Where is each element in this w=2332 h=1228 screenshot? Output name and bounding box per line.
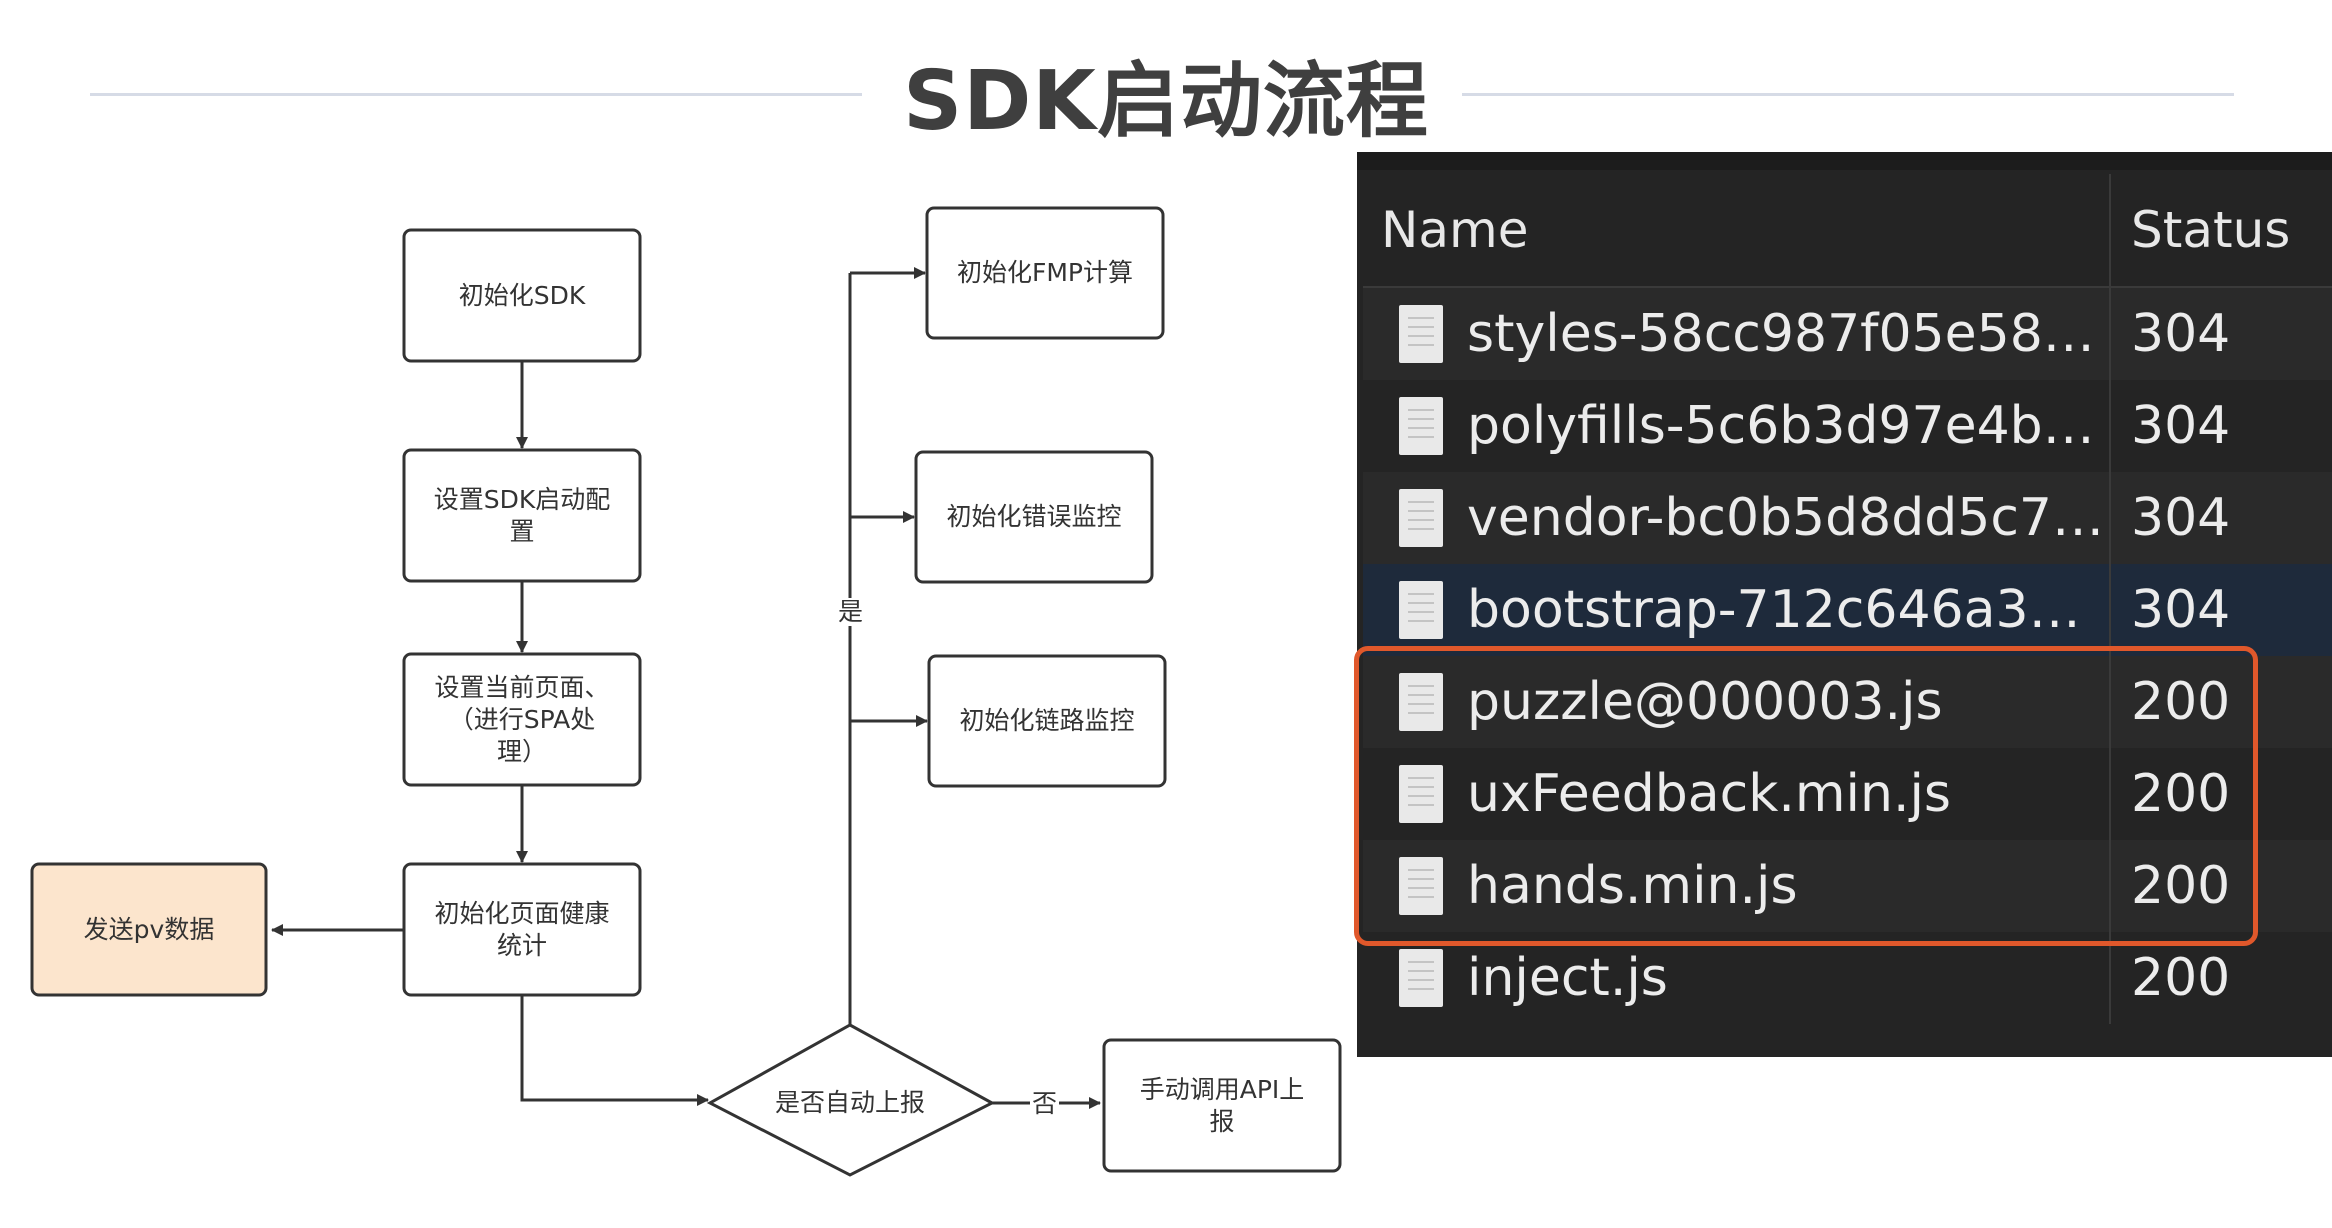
status-code: 200: [2131, 764, 2231, 824]
cell-name: styles-58cc987f05e582a…: [1363, 288, 2109, 380]
file-document-icon: [1399, 305, 1443, 363]
cell-status: 200: [2111, 840, 2332, 932]
status-code: 304: [2131, 580, 2231, 640]
file-document-icon: [1399, 857, 1443, 915]
table-row[interactable]: vendor-bc0b5d8dd5c7f… 304: [1363, 472, 2332, 564]
node-init-sdk: [402, 228, 642, 363]
cell-name: vendor-bc0b5d8dd5c7f…: [1363, 472, 2109, 564]
cell-name: bootstrap-712c646a389…: [1363, 564, 2109, 656]
table-row[interactable]: uxFeedback.min.js 200: [1363, 748, 2332, 840]
cell-name: puzzle@000003.js: [1363, 656, 2109, 748]
cell-status: 304: [2111, 564, 2332, 656]
file-document-icon: [1399, 673, 1443, 731]
file-document-icon: [1399, 489, 1443, 547]
cell-name: polyfills-5c6b3d97e4b0…: [1363, 380, 2109, 472]
table-row[interactable]: polyfills-5c6b3d97e4b0… 304: [1363, 380, 2332, 472]
node-manual-api: [1102, 1038, 1342, 1173]
file-document-icon: [1399, 765, 1443, 823]
file-name: styles-58cc987f05e582a…: [1467, 304, 2107, 364]
table-row[interactable]: inject.js 200: [1363, 932, 2332, 1024]
column-header-status-label: Status: [2131, 201, 2291, 259]
table-header: Name Status: [1363, 174, 2332, 288]
node-send-pv: [30, 862, 268, 997]
node-set-page: [402, 652, 642, 787]
status-code: 200: [2131, 672, 2231, 732]
network-panel: Name Status styles-58cc987f05e582a… 304 po…: [1357, 152, 2332, 1057]
table-row[interactable]: bootstrap-712c646a389… 304: [1363, 564, 2332, 656]
cell-status: 304: [2111, 472, 2332, 564]
node-init-trace: [927, 654, 1167, 788]
status-code: 304: [2131, 488, 2231, 548]
node-init-health: [402, 862, 642, 997]
cell-name: inject.js: [1363, 932, 2109, 1024]
edge-label-yes: 是: [836, 597, 866, 626]
file-document-icon: [1399, 397, 1443, 455]
status-code: 304: [2131, 304, 2231, 364]
node-set-config: [402, 448, 642, 583]
file-document-icon: [1399, 949, 1443, 1007]
cell-status: 304: [2111, 380, 2332, 472]
file-name: bootstrap-712c646a389…: [1467, 580, 2107, 640]
file-name: vendor-bc0b5d8dd5c7f…: [1467, 488, 2107, 548]
table-row[interactable]: styles-58cc987f05e582a… 304: [1363, 288, 2332, 380]
column-header-name[interactable]: Name: [1363, 174, 2109, 286]
flowchart: [30, 206, 1342, 1177]
cell-status: 304: [2111, 288, 2332, 380]
column-header-status[interactable]: Status: [2111, 174, 2332, 286]
cell-name: uxFeedback.min.js: [1363, 748, 2109, 840]
status-code: 200: [2131, 948, 2231, 1008]
cell-status: 200: [2111, 656, 2332, 748]
node-init-error: [914, 450, 1154, 584]
edge-health-to-decision: [520, 995, 709, 1106]
cell-status: 200: [2111, 932, 2332, 1024]
status-code: 200: [2131, 856, 2231, 916]
cell-name: hands.min.js: [1363, 840, 2109, 932]
network-table: Name Status styles-58cc987f05e582a… 304 po…: [1363, 174, 2332, 1057]
column-header-name-label: Name: [1381, 201, 1529, 259]
file-name: inject.js: [1467, 948, 1668, 1008]
node-auto-report-decision: [706, 1023, 996, 1177]
cell-status: 200: [2111, 748, 2332, 840]
file-document-icon: [1399, 581, 1443, 639]
file-name: puzzle@000003.js: [1467, 672, 1943, 732]
file-name: uxFeedback.min.js: [1467, 764, 1952, 824]
file-name: polyfills-5c6b3d97e4b0…: [1467, 396, 2107, 456]
table-row[interactable]: puzzle@000003.js 200: [1363, 656, 2332, 748]
table-row[interactable]: hands.min.js 200: [1363, 840, 2332, 932]
node-init-fmp: [925, 206, 1165, 340]
edge-label-no: 否: [1030, 1089, 1060, 1118]
status-code: 304: [2131, 396, 2231, 456]
file-name: hands.min.js: [1467, 856, 1798, 916]
